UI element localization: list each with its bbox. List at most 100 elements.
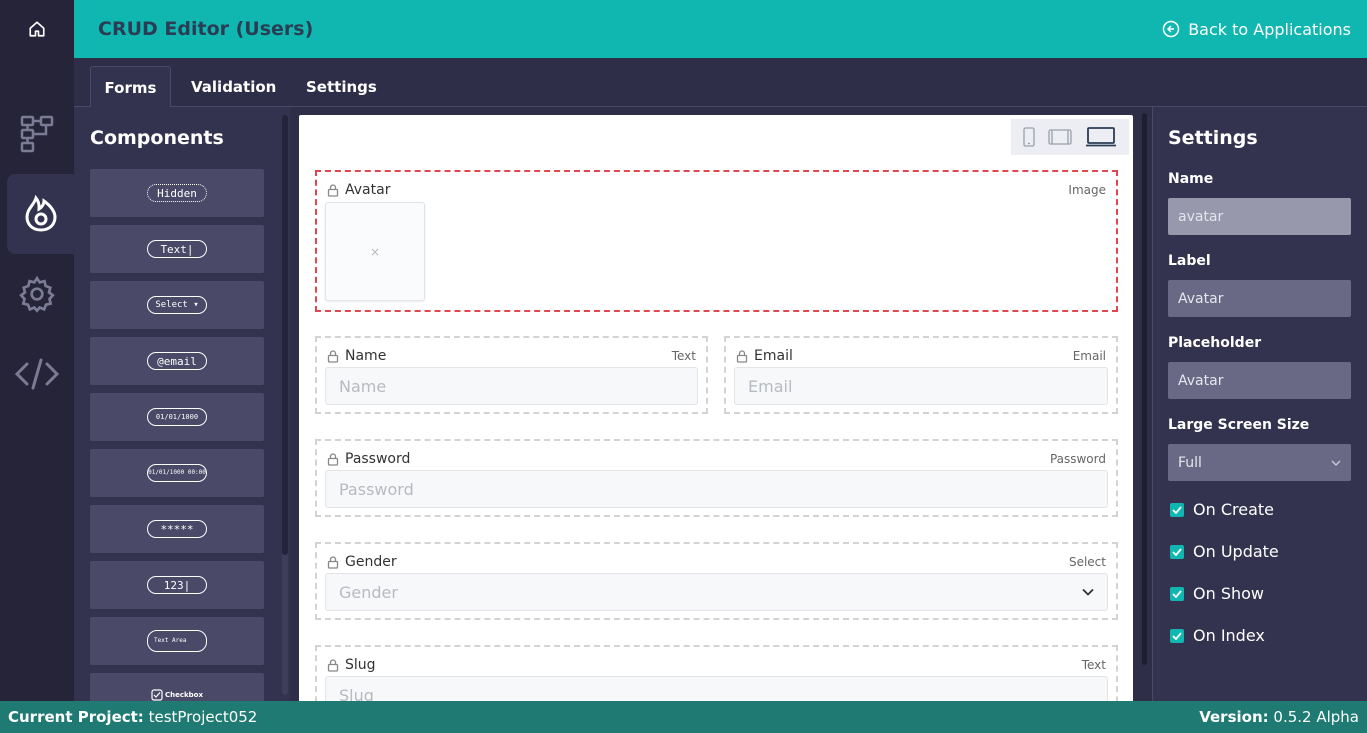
version-value: 0.5.2 Alpha: [1273, 708, 1359, 726]
slug-input[interactable]: Slug: [325, 676, 1108, 701]
password-input[interactable]: Password: [325, 470, 1108, 508]
email-input[interactable]: Email: [734, 367, 1108, 405]
field-type: Image: [1068, 183, 1106, 197]
code-icon: [14, 358, 60, 390]
phone-icon[interactable]: [1023, 127, 1035, 147]
tab-validation[interactable]: Validation: [175, 66, 292, 107]
lock-icon: [327, 555, 339, 569]
component-label: 01/01/1000 00:00: [147, 464, 207, 482]
form-field-gender[interactable]: Gender Select Gender: [315, 542, 1118, 620]
field-label: Email: [754, 348, 793, 364]
component-label: 01/01/1000: [147, 408, 207, 426]
desktop-icon[interactable]: [1085, 127, 1117, 147]
settings-button[interactable]: [0, 254, 74, 334]
label-setting-label: Label: [1168, 253, 1211, 269]
components-scrollbar[interactable]: [282, 115, 288, 555]
form-field-name[interactable]: Name Text Name: [315, 336, 708, 414]
component-checkbox[interactable]: Checkbox: [90, 673, 264, 701]
code-button[interactable]: [0, 334, 74, 414]
on-update-checkbox[interactable]: On Update: [1170, 542, 1279, 561]
field-type: Text: [671, 349, 696, 363]
component-text[interactable]: Text|: [90, 225, 264, 273]
tablet-icon[interactable]: [1048, 129, 1072, 145]
name-input[interactable]: Name: [325, 367, 698, 405]
placeholder-setting-input[interactable]: Avatar: [1168, 362, 1351, 399]
settings-title: Settings: [1168, 127, 1258, 149]
check-icon: [1170, 628, 1184, 643]
label-setting-input[interactable]: Avatar: [1168, 280, 1351, 317]
checkbox-label: On Index: [1193, 626, 1265, 645]
back-to-applications-link[interactable]: Back to Applications: [1162, 20, 1351, 39]
editor-tabs: Forms Validation Settings: [74, 58, 1367, 108]
arrow-left-circle-icon: [1162, 20, 1180, 38]
current-project-label: Current Project:: [8, 708, 144, 726]
chevron-down-icon: [1331, 460, 1341, 466]
tab-settings[interactable]: Settings: [290, 66, 393, 107]
field-label: Name: [345, 348, 387, 364]
status-footer: Current Project: testProject052 Version:…: [0, 701, 1367, 733]
component-date[interactable]: 01/01/1000: [90, 393, 264, 441]
component-email[interactable]: @email: [90, 337, 264, 385]
form-field-password[interactable]: Password Password Password: [315, 439, 1118, 517]
sitemap-button[interactable]: [0, 94, 74, 174]
field-label: Password: [345, 451, 411, 467]
fire-icon: [24, 195, 57, 232]
size-setting-value: Full: [1178, 454, 1202, 471]
component-label: 123|: [147, 576, 207, 594]
checkbox-icon: [151, 689, 163, 701]
component-label: @email: [147, 352, 207, 370]
gear-icon: [19, 275, 55, 313]
size-setting-select[interactable]: Full: [1168, 444, 1351, 481]
sitemap-icon: [20, 115, 54, 153]
form-field-avatar[interactable]: Avatar Image ×: [315, 170, 1118, 312]
current-project-value: testProject052: [148, 708, 258, 726]
component-datetime[interactable]: 01/01/1000 00:00: [90, 449, 264, 497]
current-project: Current Project: testProject052: [8, 708, 257, 726]
field-type: Select: [1068, 555, 1106, 569]
tab-forms[interactable]: Forms: [90, 66, 171, 108]
on-index-checkbox[interactable]: On Index: [1170, 626, 1265, 645]
settings-panel: Settings Name avatar Label Avatar Placeh…: [1152, 107, 1367, 701]
gender-select[interactable]: Gender: [325, 573, 1108, 611]
component-label: Text|: [147, 240, 207, 258]
field-label: Avatar: [345, 182, 391, 198]
component-label: Text Area: [147, 630, 207, 652]
on-show-checkbox[interactable]: On Show: [1170, 584, 1264, 603]
component-password[interactable]: *****: [90, 505, 264, 553]
component-hidden[interactable]: Hidden: [90, 169, 264, 217]
component-label: Checkbox: [164, 691, 203, 699]
components-title: Components: [90, 127, 224, 149]
component-label: Select ▾: [147, 296, 207, 314]
on-create-checkbox[interactable]: On Create: [1170, 500, 1274, 519]
form-canvas: Avatar Image × Name Text Name Email Emai…: [299, 115, 1133, 701]
canvas-scrollbar[interactable]: [1142, 113, 1147, 665]
icon-rail: [0, 0, 74, 701]
lock-icon: [736, 349, 748, 363]
component-textarea[interactable]: Text Area: [90, 617, 264, 665]
lock-icon: [327, 183, 339, 197]
field-label: Gender: [345, 554, 397, 570]
chevron-down-icon: [1082, 588, 1094, 596]
field-type: Text: [1081, 658, 1106, 672]
checkbox-label: On Create: [1193, 500, 1274, 519]
check-icon: [1170, 502, 1184, 517]
component-label: *****: [147, 520, 207, 538]
image-placeholder[interactable]: ×: [325, 202, 425, 301]
home-button[interactable]: [0, 0, 74, 58]
home-icon: [29, 21, 45, 37]
lock-icon: [327, 452, 339, 466]
version-info: Version: 0.5.2 Alpha: [1199, 708, 1359, 726]
field-type: Password: [1049, 452, 1106, 466]
name-setting-input: avatar: [1168, 198, 1351, 235]
form-field-email[interactable]: Email Email Email: [724, 336, 1118, 414]
name-setting-label: Name: [1168, 171, 1214, 187]
crud-button[interactable]: [7, 174, 74, 254]
form-field-slug[interactable]: Slug Text Slug: [315, 645, 1118, 701]
field-label: Slug: [345, 657, 376, 673]
app-header: CRUD Editor (Users) Back to Applications: [74, 0, 1367, 58]
components-panel: Components Hidden Text| Select ▾ @email …: [74, 107, 290, 701]
component-select[interactable]: Select ▾: [90, 281, 264, 329]
component-number[interactable]: 123|: [90, 561, 264, 609]
broken-image-icon: ×: [369, 244, 381, 259]
field-type: Email: [1072, 349, 1106, 363]
